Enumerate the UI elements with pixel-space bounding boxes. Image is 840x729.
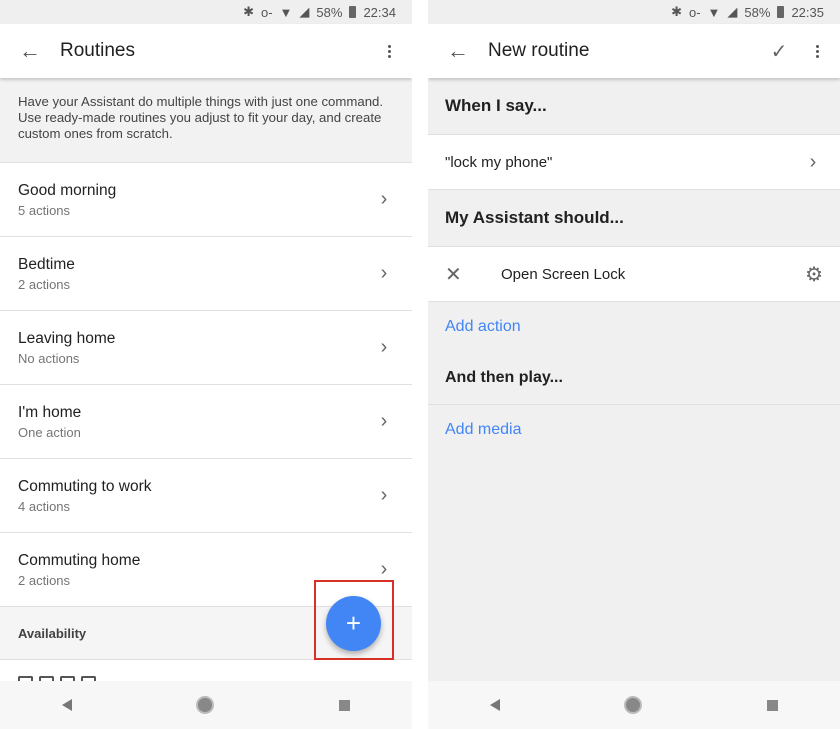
battery-percent: 58% [744,4,771,20]
routine-actions-count: One action [18,424,81,440]
nav-back-icon[interactable] [490,699,501,711]
battery-percent: 58% [316,4,343,20]
vpn-key-icon: o- [688,4,701,20]
chevron-right-icon: › [380,336,388,358]
back-arrow-icon[interactable]: ← [0,38,60,64]
clock: 22:35 [791,4,824,20]
chevron-right-icon: › [809,150,817,173]
more-options-icon[interactable] [804,44,830,58]
routine-item-commuting-to-work[interactable]: Commuting to work 4 actions › [0,459,412,533]
wifi-icon: ▼ [279,4,293,20]
when-i-say-header: When I say... [428,78,840,135]
add-routine-button[interactable]: + [326,596,381,651]
trigger-phrase-row[interactable]: "lock my phone" › [428,135,840,190]
routine-name: Commuting home [18,551,141,569]
remove-action-icon[interactable]: ✕ [445,262,501,287]
status-bar: ✱ o- ▼ ◢ 58% 22:34 [0,0,412,24]
chevron-right-icon: › [380,558,388,580]
routine-actions-count: 2 actions [18,276,71,292]
chevron-right-icon: › [380,410,388,432]
nav-recents-icon[interactable] [766,699,778,711]
gear-icon[interactable]: ⚙ [805,262,823,287]
action-row: ✕ Open Screen Lock ⚙ [428,247,840,302]
nav-recents-icon[interactable] [338,699,350,711]
routine-actions-count: 5 actions [18,202,71,218]
routine-name: I'm home [18,403,82,421]
system-nav-bar [0,681,412,729]
and-then-play-header: And then play... [428,352,840,405]
routine-item-im-home[interactable]: I'm home One action › [0,385,412,459]
battery-icon [349,6,357,18]
routine-item-good-morning[interactable]: Good morning 5 actions › [0,163,412,237]
app-bar: ← Routines [0,24,412,78]
add-action-link[interactable]: Add action [428,302,840,352]
routine-name: Leaving home [18,329,116,347]
assistant-should-header: My Assistant should... [428,190,840,247]
routines-screen: ✱ o- ▼ ◢ 58% 22:34 ← Routines Have your … [0,0,412,729]
wifi-icon: ▼ [707,4,721,20]
more-options-icon[interactable] [376,44,402,58]
chevron-right-icon: › [380,188,388,210]
routine-name: Commuting to work [18,477,152,495]
vpn-key-icon: o- [260,4,273,20]
checkmark-save-icon[interactable]: ✓ [762,39,796,64]
routine-actions-count: No actions [18,350,80,366]
system-nav-bar [428,681,840,729]
page-title: Routines [60,40,135,61]
page-title: New routine [488,40,590,61]
signal-icon: ◢ [727,4,738,19]
routine-item-leaving-home[interactable]: Leaving home No actions › [0,311,412,385]
add-media-link[interactable]: Add media [428,405,840,455]
chevron-right-icon: › [380,484,388,506]
nav-home-icon[interactable] [624,696,643,714]
nav-home-icon[interactable] [196,696,215,714]
app-bar: ← New routine ✓ [428,24,840,78]
routine-name: Good morning [18,181,117,199]
new-routine-screen: ✱ o- ▼ ◢ 58% 22:35 ← New routine ✓ When … [428,0,840,729]
routine-name: Bedtime [18,255,75,273]
nav-back-icon[interactable] [62,699,73,711]
status-bar: ✱ o- ▼ ◢ 58% 22:35 [428,0,840,24]
routine-actions-count: 4 actions [18,498,71,514]
routine-editor: When I say... "lock my phone" › My Assis… [428,78,840,681]
action-name[interactable]: Open Screen Lock [501,266,805,283]
routines-intro-text: Have your Assistant do multiple things w… [0,78,412,163]
bluetooth-icon: ✱ [671,4,682,19]
trigger-phrase: "lock my phone" [445,153,553,171]
routine-item-bedtime[interactable]: Bedtime 2 actions › [0,237,412,311]
signal-icon: ◢ [299,4,310,19]
chevron-right-icon: › [380,262,388,284]
clock: 22:34 [363,4,396,20]
battery-icon [777,6,785,18]
back-arrow-icon[interactable]: ← [428,38,488,64]
bluetooth-icon: ✱ [243,4,254,19]
